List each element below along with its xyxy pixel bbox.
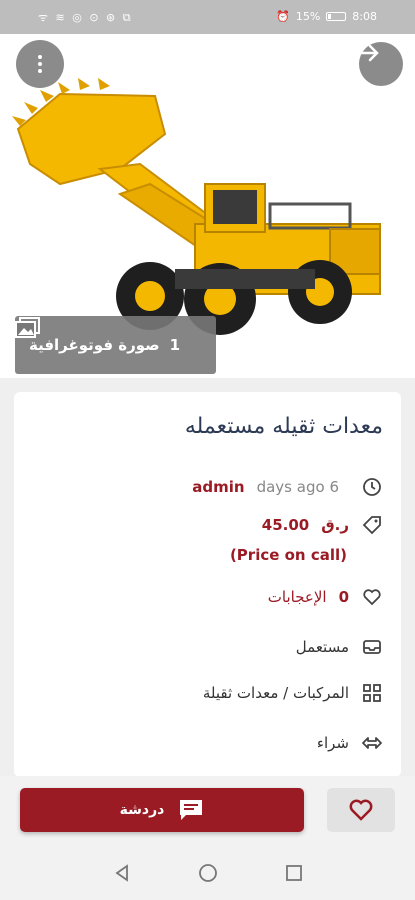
bottom-action-bar: دردشة (0, 776, 415, 846)
likes-row: 0 الإعجابات (32, 586, 383, 608)
listing-details-card: معدات ثقيله مستعمله 6 days ago admin ر.ق… (14, 392, 401, 777)
tag-icon (361, 514, 383, 536)
battery-percent: 15% (295, 10, 321, 23)
likes-label: الإعجابات (267, 588, 327, 606)
ad-type-row: شراء (32, 732, 383, 754)
category-row: المركبات / معدات ثقيلة (32, 682, 383, 704)
nav-recents-icon[interactable] (284, 863, 304, 883)
heart-icon (349, 799, 373, 821)
price-row: ر.ق 45.00 (32, 514, 383, 536)
clock: 8:08 (352, 10, 377, 23)
battery-icon (326, 12, 347, 21)
clock-icon (361, 476, 383, 498)
ad-type-value: شراء (316, 734, 349, 752)
author-link[interactable]: admin (192, 478, 244, 496)
swap-arrows-icon (361, 732, 383, 754)
status-icons: ᯤ ≋ ◎ ⊙ ⊛ ⧉ (38, 11, 133, 24)
photo-count: 1 (169, 336, 181, 354)
system-nav-bar (0, 846, 415, 900)
more-vert-icon (38, 55, 42, 73)
chat-label: دردشة (119, 802, 165, 818)
grid-icon (361, 682, 383, 704)
listing-title: معدات ثقيله مستعمله (184, 414, 383, 439)
arrow-right-icon (360, 44, 379, 62)
price-note: (Price on call) (229, 546, 347, 564)
back-button[interactable] (359, 42, 403, 86)
chat-button[interactable]: دردشة (20, 788, 304, 832)
category-value[interactable]: المركبات / معدات ثقيلة (203, 684, 349, 702)
photo-label: صورة فوتوغرافية (29, 336, 160, 354)
condition-value: مستعمل (295, 638, 349, 656)
status-bar: ᯤ ≋ ◎ ⊙ ⊛ ⧉ ⏰ 15% 8:08 (0, 0, 415, 34)
nav-home-icon[interactable] (198, 863, 218, 883)
likes-count: 0 (338, 588, 349, 606)
photo-count-badge[interactable]: 1 صورة فوتوغرافية (15, 316, 216, 374)
condition-row: مستعمل (32, 636, 383, 658)
currency: ر.ق (321, 516, 349, 534)
price-value: 45.00 (261, 516, 310, 534)
favorite-button[interactable] (327, 788, 395, 832)
posted-ago: 6 days ago (256, 478, 339, 496)
alarm-icon: ⏰ (276, 10, 290, 23)
photos-icon (15, 317, 40, 338)
heart-outline-icon (361, 586, 383, 608)
chat-icon (180, 800, 203, 820)
inbox-icon (361, 636, 383, 658)
more-options-button[interactable] (16, 40, 64, 88)
nav-back-icon[interactable] (112, 863, 132, 883)
date-row: 6 days ago admin (32, 476, 383, 498)
listing-image[interactable]: 1 صورة فوتوغرافية (0, 34, 415, 378)
